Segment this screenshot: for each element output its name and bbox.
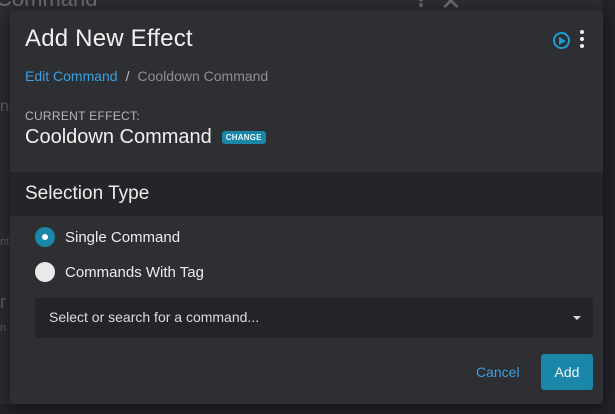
radio-label: Commands With Tag xyxy=(65,263,204,281)
modal-title: Add New Effect xyxy=(25,25,193,52)
background-text-fragment: nt xyxy=(0,236,10,248)
current-effect-label: CURRENT EFFECT: xyxy=(25,109,140,123)
breadcrumb-separator: / xyxy=(125,68,130,84)
cancel-button[interactable]: Cancel xyxy=(476,364,520,380)
radio-checked-icon[interactable] xyxy=(35,227,55,247)
selection-type-header: Selection Type xyxy=(10,172,603,216)
background-text-fragment: n xyxy=(0,322,7,334)
change-effect-button[interactable]: CHANGE xyxy=(221,131,266,144)
current-effect-row: Cooldown Command CHANGE xyxy=(25,126,266,149)
command-select-dropdown[interactable]: Select or search for a command... xyxy=(35,298,593,338)
breadcrumb: Edit Command / Cooldown Command xyxy=(25,68,268,84)
background-footer-edge xyxy=(0,404,615,414)
command-select-placeholder: Select or search for a command... xyxy=(49,309,260,325)
radio-commands-with-tag[interactable]: Commands With Tag xyxy=(35,262,204,282)
radio-label: Single Command xyxy=(65,228,181,246)
selection-type-title: Selection Type xyxy=(25,183,150,204)
radio-unchecked-icon[interactable] xyxy=(35,262,55,282)
current-effect-name: Cooldown Command xyxy=(25,126,212,148)
play-circle-icon[interactable] xyxy=(553,32,570,49)
breadcrumb-edit-command-link[interactable]: Edit Command xyxy=(25,68,118,84)
background-panel-edge xyxy=(602,0,615,414)
breadcrumb-current: Cooldown Command xyxy=(137,68,269,84)
background-text-fragment: r xyxy=(0,292,6,312)
kebab-menu-icon[interactable] xyxy=(578,30,586,50)
caret-down-icon xyxy=(573,316,581,320)
radio-single-command[interactable]: Single Command xyxy=(35,227,180,247)
add-button[interactable]: Add xyxy=(541,354,593,390)
add-effect-modal: Add New Effect Edit Command / Cooldown C… xyxy=(10,10,603,404)
